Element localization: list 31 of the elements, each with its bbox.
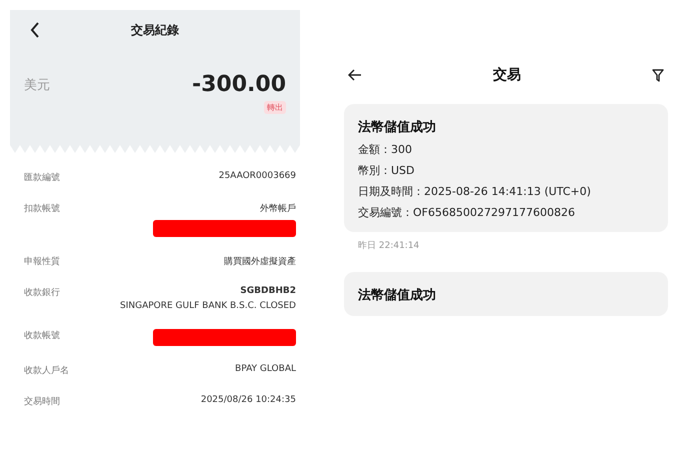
filter-icon[interactable] xyxy=(652,68,664,82)
amount-value: -300.00 xyxy=(192,72,286,97)
field-label: 申報性質 xyxy=(24,256,60,268)
field-label: 交易時間 xyxy=(24,396,60,408)
screen-title: 交易紀錄 xyxy=(131,22,179,38)
field-value: SINGAPORE GULF BANK B.S.C. CLOSED xyxy=(120,301,296,311)
field-value: 25AAOR0003669 xyxy=(218,171,296,181)
card-title: 法幣儲值成功 xyxy=(358,287,437,304)
field-value: 外幣帳戶 xyxy=(260,202,296,215)
field-label: 扣款帳號 xyxy=(24,202,60,215)
card-detail: 金額：300 xyxy=(358,142,413,157)
transaction-card[interactable]: 法幣儲值成功 xyxy=(344,272,668,316)
field-label: 收款帳號 xyxy=(24,330,60,342)
timestamp: 昨日 22:41:14 xyxy=(358,240,420,252)
card-title: 法幣儲值成功 xyxy=(358,119,437,136)
screen-title: 交易 xyxy=(493,66,521,84)
field-label: 匯款編號 xyxy=(24,172,60,184)
field-value: 2025/08/26 10:24:35 xyxy=(200,395,296,405)
currency-label: 美元 xyxy=(24,76,50,94)
card-detail: 日期及時間：2025-08-26 14:41:13 (UTC+0) xyxy=(358,184,592,199)
card-detail: 交易編號：OF656850027297177600826 xyxy=(358,205,576,220)
field-value: SGBDBHB2 xyxy=(240,286,296,296)
transaction-card[interactable]: 法幣儲值成功 金額：300 幣別：USD 日期及時間：2025-08-26 14:41:13 (UTC+0) 交易編號：OF656850027297177600826 xyxy=(344,104,668,232)
field-label: 收款人戶名 xyxy=(24,364,69,377)
field-label: 收款銀行 xyxy=(24,286,60,299)
back-arrow-icon[interactable] xyxy=(348,69,362,81)
back-icon[interactable] xyxy=(30,22,40,38)
transfer-out-tag: 轉出 xyxy=(264,101,286,114)
field-value: BPAY GLOBAL xyxy=(235,364,296,374)
field-value: 購買國外虛擬資產 xyxy=(224,256,296,268)
card-detail: 幣別：USD xyxy=(358,163,416,178)
